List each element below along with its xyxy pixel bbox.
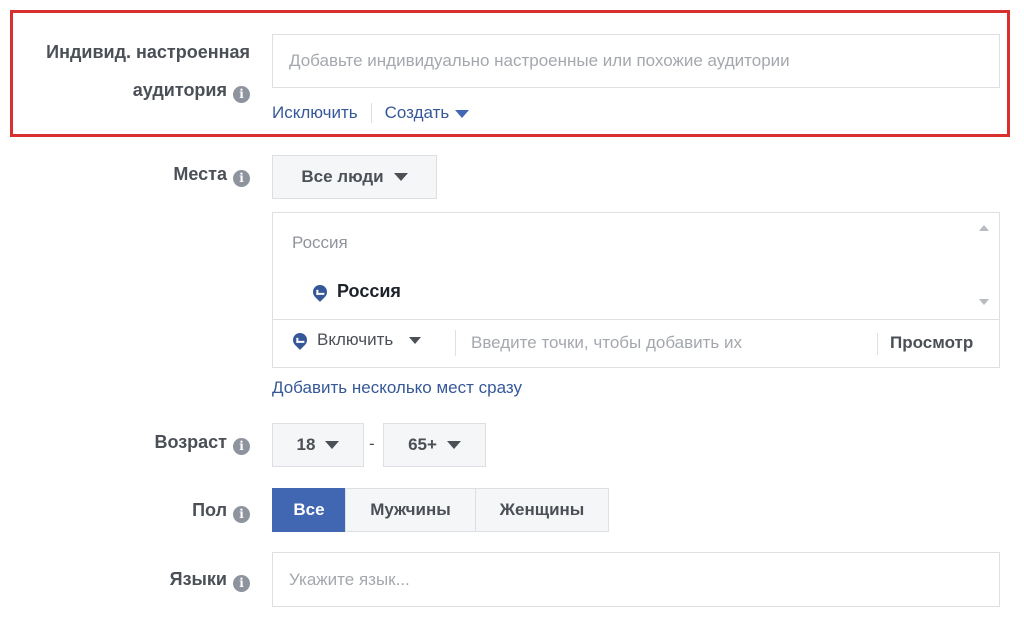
divider bbox=[273, 319, 999, 320]
gender-option-male[interactable]: Мужчины bbox=[345, 488, 476, 532]
exclude-link[interactable]: Исключить bbox=[272, 103, 358, 123]
info-icon[interactable]: i bbox=[233, 506, 250, 523]
gender-option-female[interactable]: Женщины bbox=[475, 488, 609, 532]
caret-down-icon bbox=[455, 110, 470, 118]
language-input[interactable]: Укажите язык... bbox=[272, 552, 1000, 607]
caret-down-icon bbox=[325, 441, 340, 449]
places-people-dropdown[interactable]: Все люди bbox=[272, 155, 437, 199]
location-pin-icon bbox=[290, 330, 310, 350]
caret-down-icon bbox=[409, 336, 422, 344]
divider bbox=[455, 330, 456, 356]
places-label: Места i bbox=[173, 156, 250, 192]
info-icon[interactable]: i bbox=[233, 575, 250, 592]
bulk-add-locations-link[interactable]: Добавить несколько мест сразу bbox=[272, 378, 522, 398]
age-min-dropdown[interactable]: 18 bbox=[272, 423, 364, 467]
scroll-up-icon[interactable] bbox=[979, 225, 989, 231]
gender-label: Пол i bbox=[192, 492, 250, 528]
location-search-input[interactable]: Введите точки, чтобы добавить их bbox=[471, 333, 742, 353]
info-icon[interactable]: i bbox=[233, 438, 250, 455]
age-max-dropdown[interactable]: 65+ bbox=[383, 423, 486, 467]
custom-audience-label-line2: аудитория i bbox=[133, 72, 250, 108]
location-pin-icon bbox=[310, 281, 330, 302]
caret-down-icon bbox=[446, 441, 461, 449]
age-label: Возраст i bbox=[154, 424, 250, 460]
info-icon[interactable]: i bbox=[233, 170, 250, 187]
gender-option-all[interactable]: Все bbox=[272, 488, 346, 532]
age-separator: - bbox=[369, 434, 375, 453]
audience-targeting-form: Индивид. настроенная аудитория i Добавьте… bbox=[0, 0, 1024, 637]
include-dropdown[interactable]: Включить bbox=[290, 330, 422, 350]
custom-audience-input[interactable]: Добавьте индивидуально настроенные или п… bbox=[272, 34, 1000, 88]
browse-button[interactable]: Просмотр bbox=[890, 333, 973, 353]
caret-down-icon bbox=[393, 173, 408, 181]
selected-location[interactable]: Россия bbox=[310, 281, 401, 302]
location-scrollbar[interactable] bbox=[970, 213, 999, 319]
create-link[interactable]: Создать bbox=[385, 103, 470, 123]
divider bbox=[370, 103, 372, 123]
scroll-down-icon[interactable] bbox=[979, 299, 989, 305]
custom-audience-label-line1: Индивид. настроенная bbox=[46, 42, 250, 62]
divider bbox=[877, 333, 878, 355]
languages-label: Языки i bbox=[170, 561, 250, 597]
location-group-title: Россия bbox=[292, 233, 348, 252]
info-icon[interactable]: i bbox=[233, 86, 250, 103]
audience-actions: Исключить Создать bbox=[272, 103, 470, 123]
